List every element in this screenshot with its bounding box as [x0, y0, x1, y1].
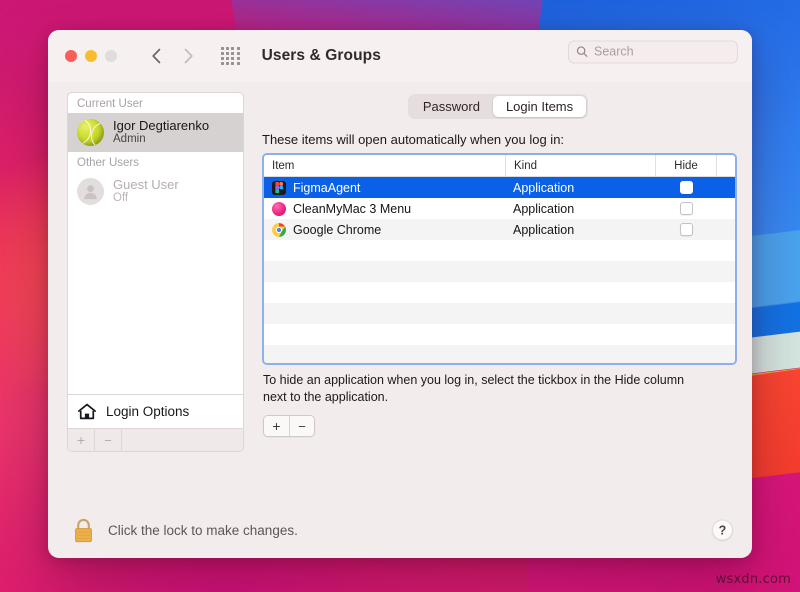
sidebar-section-header-other: Other Users	[68, 152, 243, 172]
help-button[interactable]: ?	[712, 520, 733, 541]
table-row[interactable]: Google Chrome Application	[264, 219, 735, 240]
row-item-label: FigmaAgent	[293, 181, 360, 195]
login-items-add-remove-group: + −	[263, 415, 315, 437]
table-row[interactable]: CleanMyMac 3 Menu Application	[264, 198, 735, 219]
table-header-row: Item Kind Hide	[264, 155, 735, 177]
window-body: Current User Igor Degtiarenko Admin Othe…	[48, 82, 752, 502]
guest-user-status: Off	[113, 192, 179, 206]
guest-user-texts: Guest User Off	[113, 177, 179, 206]
row-item-cell: FigmaAgent	[264, 177, 505, 198]
sidebar-item-guest-user[interactable]: Guest User Off	[68, 172, 243, 211]
home-icon	[77, 402, 97, 421]
login-items-table[interactable]: Item Kind Hide	[262, 153, 737, 365]
hide-column-hint: To hide an application when you log in, …	[263, 372, 695, 405]
table-empty-row	[264, 240, 735, 261]
users-and-groups-window: Users & Groups Search Current User Igor …	[48, 30, 752, 558]
table-body: FigmaAgent Application CleanMyMac 3 Menu	[264, 177, 735, 365]
row-item-label: Google Chrome	[293, 223, 381, 237]
row-tail-cell	[717, 198, 735, 219]
cleanmymac-icon	[272, 202, 286, 216]
sidebar-item-current-user[interactable]: Igor Degtiarenko Admin	[68, 113, 243, 152]
table-empty-row	[264, 324, 735, 345]
row-kind-cell: Application	[505, 219, 655, 240]
show-all-grid-icon[interactable]	[221, 47, 240, 66]
search-input[interactable]: Search	[568, 40, 738, 63]
add-user-button[interactable]: +	[68, 429, 95, 451]
window-titlebar: Users & Groups Search	[48, 30, 752, 82]
users-list: Current User Igor Degtiarenko Admin Othe…	[68, 93, 243, 394]
table-empty-row	[264, 282, 735, 303]
sidebar-item-login-options[interactable]: Login Options	[68, 394, 243, 428]
row-hide-cell	[655, 198, 717, 219]
table-row[interactable]: FigmaAgent Application	[264, 177, 735, 198]
tab-login-items[interactable]: Login Items	[493, 96, 586, 117]
tab-password[interactable]: Password	[410, 96, 493, 117]
current-user-name: Igor Degtiarenko	[113, 118, 209, 133]
tennis-ball-avatar	[77, 119, 104, 146]
row-item-cell: Google Chrome	[264, 219, 505, 240]
window-footer: Click the lock to make changes. ?	[48, 502, 752, 558]
table-empty-row	[264, 261, 735, 282]
users-sidebar: Current User Igor Degtiarenko Admin Othe…	[67, 92, 244, 452]
add-login-item-button[interactable]: +	[264, 416, 289, 436]
column-header-hide[interactable]: Hide	[655, 155, 717, 176]
login-items-panel: Password Login Items These items will op…	[257, 92, 739, 502]
column-header-tail	[717, 155, 735, 176]
search-icon	[576, 46, 588, 58]
current-user-texts: Igor Degtiarenko Admin	[113, 118, 209, 147]
login-options-label: Login Options	[106, 404, 189, 419]
hide-checkbox[interactable]	[680, 181, 693, 194]
remove-login-item-button[interactable]: −	[289, 416, 314, 436]
zoom-button[interactable]	[105, 50, 117, 62]
person-avatar	[77, 178, 104, 205]
column-header-kind[interactable]: Kind	[505, 155, 655, 176]
navigation-arrows	[150, 46, 195, 66]
row-item-cell: CleanMyMac 3 Menu	[264, 198, 505, 219]
page-title: Users & Groups	[262, 47, 381, 65]
sidebar-footer-filler	[122, 429, 243, 451]
close-button[interactable]	[65, 50, 77, 62]
sidebar-footer: + −	[68, 428, 243, 451]
hide-checkbox[interactable]	[680, 202, 693, 215]
window-controls	[65, 50, 117, 62]
row-item-label: CleanMyMac 3 Menu	[293, 202, 411, 216]
table-empty-row	[264, 303, 735, 324]
hide-checkbox[interactable]	[680, 223, 693, 236]
lock-message: Click the lock to make changes.	[108, 523, 298, 538]
sidebar-section-header-current: Current User	[68, 93, 243, 113]
lock-closed-icon	[72, 517, 95, 544]
forward-icon[interactable]	[182, 46, 195, 66]
chrome-icon	[272, 223, 286, 237]
guest-user-name: Guest User	[113, 177, 179, 192]
row-kind-cell: Application	[505, 177, 655, 198]
row-hide-cell	[655, 177, 717, 198]
back-icon[interactable]	[150, 46, 163, 66]
tab-bar: Password Login Items	[408, 94, 588, 119]
table-empty-row	[264, 345, 735, 365]
row-tail-cell	[717, 177, 735, 198]
lock-control[interactable]: Click the lock to make changes.	[72, 517, 298, 544]
search-placeholder: Search	[594, 45, 634, 59]
current-user-role: Admin	[113, 133, 209, 147]
login-items-intro: These items will open automatically when…	[262, 132, 564, 147]
row-kind-cell: Application	[505, 198, 655, 219]
figma-icon	[272, 181, 286, 195]
row-hide-cell	[655, 219, 717, 240]
remove-user-button[interactable]: −	[95, 429, 122, 451]
site-watermark: wsxdn.com	[716, 572, 791, 587]
row-tail-cell	[717, 219, 735, 240]
column-header-item[interactable]: Item	[264, 155, 505, 176]
minimize-button[interactable]	[85, 50, 97, 62]
